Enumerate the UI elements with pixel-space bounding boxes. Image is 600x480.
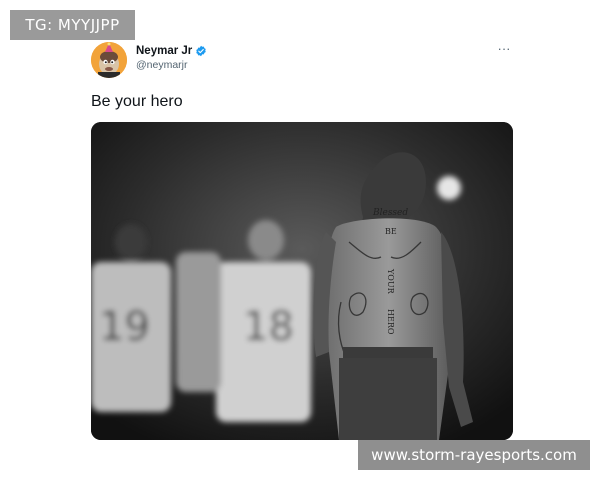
- tattoo-hero: HERO: [386, 309, 395, 335]
- more-options-icon[interactable]: ···: [495, 42, 513, 58]
- verified-badge-icon: [196, 45, 207, 57]
- tattoo-be: BE: [385, 227, 397, 236]
- photo-back-tattoo: 19 18 Blessed BE YOUR HERO: [91, 122, 513, 440]
- watermark-bottom: www.storm-rayesports.com: [358, 440, 590, 470]
- tattoo-blessed: Blessed: [372, 208, 408, 218]
- avatar-illustration: [91, 42, 127, 78]
- tweet-media-image[interactable]: 19 18 Blessed BE YOUR HERO: [91, 122, 513, 440]
- author-name[interactable]: Neymar Jr: [136, 45, 192, 57]
- avatar[interactable]: [91, 42, 127, 78]
- watermark-top: TG: MYYJJPP: [10, 10, 135, 40]
- author-name-row: Neymar Jr: [136, 45, 207, 57]
- jersey-number-left: 19: [99, 304, 150, 350]
- author-handle[interactable]: @neymarjr: [136, 59, 207, 71]
- jersey-number-mid: 18: [243, 304, 294, 350]
- author-block: Neymar Jr @neymarjr: [136, 45, 207, 71]
- tweet-text: Be your hero: [91, 93, 183, 110]
- tattoo-your: YOUR: [386, 268, 395, 295]
